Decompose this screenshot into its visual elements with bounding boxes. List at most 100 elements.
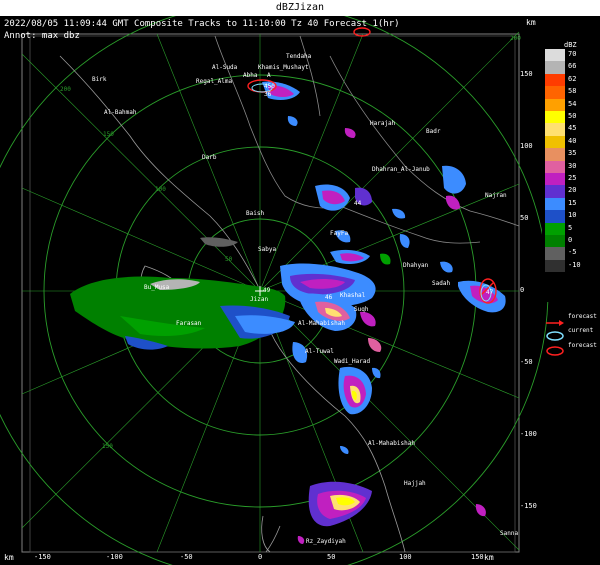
y-tick: -50	[520, 358, 533, 366]
place-label: Baish	[246, 210, 265, 217]
ring-label-200: 200	[60, 86, 71, 93]
header-timestamp: 2022/08/05 11:09:44 GMT Composite Tracks…	[4, 19, 400, 29]
echo-convective-south	[297, 366, 486, 544]
legend-swatch	[545, 210, 565, 223]
track-label: 46	[325, 294, 333, 301]
legend-swatch-label: 58	[568, 87, 577, 96]
y-tick: -100	[520, 430, 537, 438]
x-tick: -150	[34, 553, 51, 561]
place-label: Jizan	[250, 296, 269, 303]
legend-swatch	[545, 98, 565, 111]
y-tick: 150	[520, 70, 533, 78]
place-label: Al-Mahabishah	[298, 320, 345, 327]
place-label: Suqh	[354, 306, 369, 313]
place-label: Al-Tuwal	[305, 348, 334, 355]
legend-swatch	[545, 173, 565, 186]
place-label: Sadah	[432, 280, 451, 287]
y-tick: 0	[520, 286, 525, 294]
place-label: FayFa	[330, 230, 349, 237]
x-tick: 100	[399, 553, 412, 561]
track-label: A	[267, 72, 271, 79]
place-label: Dhahyan	[403, 262, 429, 269]
legend-swatch-label: 40	[568, 136, 577, 145]
place-label: Darb	[202, 154, 217, 161]
legend-swatch-label: 54	[568, 99, 577, 108]
legend-swatch	[545, 259, 565, 273]
legend-swatch-label: -5	[568, 248, 577, 257]
legend-symbol-label: current	[568, 327, 594, 334]
ring-label-50: 50	[225, 256, 233, 263]
legend-swatch	[545, 61, 565, 74]
place-label: Farasan	[176, 320, 202, 327]
place-label: Badr	[426, 128, 441, 135]
radar-display[interactable]: 50 100 150 200 150 200 2022/08/05 11:09:…	[0, 16, 600, 565]
track-label: 44	[354, 200, 362, 207]
place-label: Tendaha	[286, 53, 312, 60]
x-tick: 150	[471, 553, 484, 561]
legend-swatch-label: 25	[568, 174, 577, 182]
header-annotation: Annot: max dbz	[4, 31, 80, 41]
x-tick: 0	[258, 553, 263, 561]
legend-swatch-label: 0	[568, 236, 573, 244]
legend-swatch	[545, 222, 565, 235]
legend-swatch	[545, 247, 565, 260]
legend-swatch-label: 50	[568, 112, 577, 120]
ring-label-200-se: 200	[510, 35, 521, 42]
track-label: 36	[264, 91, 272, 98]
legend-swatch	[545, 123, 565, 136]
legend-swatch-label: 62	[568, 74, 577, 83]
ring-label-100: 100	[155, 186, 166, 193]
legend-swatch-label: 5	[568, 223, 573, 232]
legend-swatch-label: 10	[568, 211, 577, 220]
legend-swatch-label: 70	[568, 50, 577, 58]
legend-swatch	[545, 73, 565, 87]
legend-symbol-label: forecast	[568, 313, 597, 320]
legend-swatch-label: -10	[568, 260, 581, 269]
y-tick: 50	[520, 214, 529, 222]
place-label: Abha	[243, 72, 258, 79]
y-tick: -150	[520, 502, 537, 510]
legend-swatch	[545, 185, 565, 198]
legend-swatch-label: 35	[568, 149, 577, 158]
place-label: Harajah	[370, 120, 396, 127]
forecast-ellipse-top	[353, 27, 371, 37]
x-axis-label: km	[4, 553, 14, 562]
forecast-ellipse-icon	[545, 341, 565, 360]
legend-swatch	[545, 135, 565, 149]
place-label: Al-Suda	[212, 64, 238, 71]
legend-swatch	[545, 197, 565, 211]
x-tick: -50	[180, 553, 193, 561]
place-label: Dhahran_Al-Janub	[372, 166, 430, 173]
place-label: Bu_Musa	[144, 284, 170, 291]
ring-label-150-se: 150	[102, 443, 113, 450]
legend-swatch-label: 30	[568, 161, 577, 170]
legend-swatch	[545, 160, 565, 173]
place-label: Khashal	[340, 292, 366, 299]
window-title: dBZJizan	[0, 0, 600, 16]
ring-label-150: 150	[103, 131, 114, 138]
place-label: Sabya	[258, 246, 277, 253]
place-label: Regal_Alma	[196, 78, 233, 85]
place-label: Rz_Zaydiyah	[306, 538, 346, 545]
place-label: Wadi_Harad	[334, 358, 371, 365]
echo-stratiform	[70, 237, 295, 350]
track-label: 47	[486, 289, 494, 296]
y-axis-label: km	[526, 18, 536, 27]
radar-map-svg: 50 100 150 200 150 200	[0, 16, 549, 565]
legend-title: dBZ	[564, 41, 577, 49]
place-label: Al-Bahmah	[104, 109, 137, 116]
place-label: Birk	[92, 76, 107, 83]
legend-swatch	[545, 235, 565, 248]
legend-swatch	[545, 49, 565, 62]
track-label: 450	[264, 83, 275, 90]
y-tick: 100	[520, 142, 533, 150]
legend-swatch	[545, 111, 565, 124]
legend-swatch-label: 66	[568, 62, 577, 71]
legend-swatch-label: 45	[568, 124, 577, 133]
place-label: Khamis_Mushayt	[258, 64, 309, 71]
legend-swatch-label: 15	[568, 198, 577, 207]
legend-swatch	[545, 148, 565, 161]
legend-swatch	[545, 86, 565, 99]
place-label: Al-Mahabishah	[368, 440, 415, 447]
place-label: Najran	[485, 192, 507, 199]
